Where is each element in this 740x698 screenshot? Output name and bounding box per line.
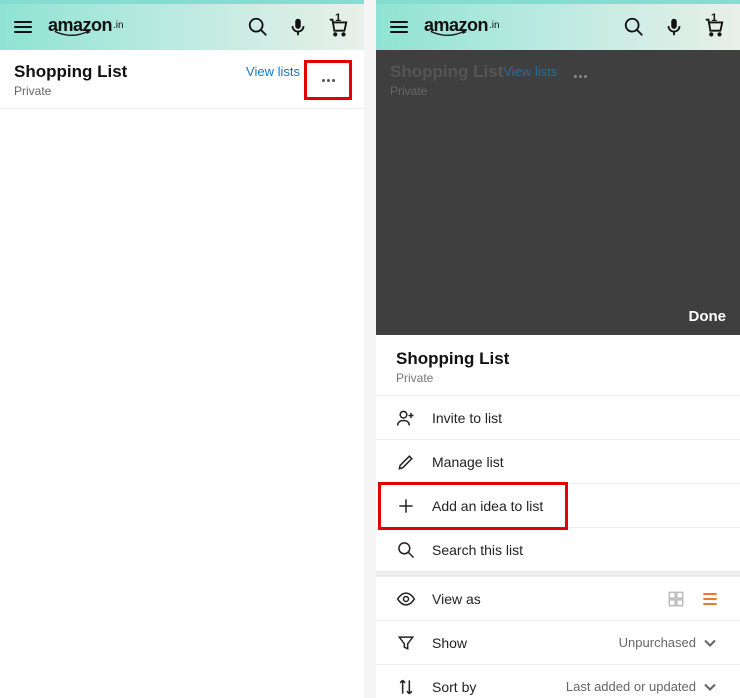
dimmed-header: Shopping List Private View lists — [376, 50, 740, 108]
more-options-button[interactable] — [306, 62, 350, 98]
brand-tld: .in — [113, 21, 124, 31]
done-button[interactable]: Done — [689, 308, 727, 325]
plus-icon — [396, 496, 416, 516]
screen-right: amazon .in 1 — [376, 0, 740, 698]
list-title: Shopping List — [14, 62, 246, 82]
view-lists-link[interactable]: View lists — [246, 64, 300, 79]
cart-count: 1 — [711, 12, 717, 24]
manage-list-button[interactable]: Manage list — [376, 439, 740, 483]
add-idea-button[interactable]: Add an idea to list — [376, 483, 740, 527]
search-icon[interactable] — [246, 15, 270, 39]
dim-privacy: Private — [390, 84, 503, 98]
view-as-row[interactable]: View as — [376, 576, 740, 620]
hamburger-icon[interactable] — [14, 21, 32, 33]
mic-icon[interactable] — [286, 15, 310, 39]
pencil-icon — [396, 452, 416, 472]
cart-count: 1 — [335, 12, 341, 24]
manage-label: Manage list — [432, 454, 504, 470]
sort-label: Sort by — [432, 679, 550, 695]
sort-value: Last added or updated — [566, 679, 696, 694]
sheet-title: Shopping List — [396, 349, 720, 369]
search-icon — [396, 540, 416, 560]
mic-icon[interactable] — [662, 15, 686, 39]
amazon-smile-icon — [52, 30, 92, 38]
topbar: amazon .in 1 — [376, 0, 740, 50]
list-header: Shopping List Private View lists — [0, 50, 364, 109]
show-value: Unpurchased — [619, 635, 696, 650]
dim-title: Shopping List — [390, 62, 503, 82]
cart-icon[interactable]: 1 — [702, 15, 726, 39]
search-icon[interactable] — [622, 15, 646, 39]
dim-more-button — [563, 62, 597, 90]
show-label: Show — [432, 635, 603, 651]
chevron-down-icon — [700, 633, 720, 653]
brand-logo[interactable]: amazon .in — [424, 16, 500, 38]
invite-icon — [396, 408, 416, 428]
sort-by-row[interactable]: Sort by Last added or updated — [376, 664, 740, 698]
sheet-privacy: Private — [396, 371, 720, 385]
grid-view-icon[interactable] — [666, 589, 686, 609]
filter-icon — [396, 633, 416, 653]
show-row[interactable]: Show Unpurchased — [376, 620, 740, 664]
brand-tld: .in — [489, 21, 500, 31]
list-view-icon[interactable] — [700, 589, 720, 609]
dimmed-backdrop[interactable]: Shopping List Private View lists Done — [376, 50, 740, 335]
action-sheet: Shopping List Private Invite to list Man… — [376, 335, 740, 698]
search-list-button[interactable]: Search this list — [376, 527, 740, 571]
amazon-smile-icon — [428, 30, 468, 38]
eye-icon — [396, 589, 416, 609]
dim-view-lists: View lists — [503, 64, 557, 79]
sheet-header: Shopping List Private — [376, 335, 740, 395]
screen-left: amazon .in 1 Shopping Li — [0, 0, 364, 698]
add-idea-label: Add an idea to list — [432, 498, 543, 514]
cart-icon[interactable]: 1 — [326, 15, 350, 39]
invite-to-list-button[interactable]: Invite to list — [376, 395, 740, 439]
brand-logo[interactable]: amazon .in — [48, 16, 124, 38]
view-as-label: View as — [432, 591, 650, 607]
list-privacy: Private — [14, 84, 246, 98]
search-list-label: Search this list — [432, 542, 523, 558]
invite-label: Invite to list — [432, 410, 502, 426]
chevron-down-icon — [700, 677, 720, 697]
sort-icon — [396, 677, 416, 697]
hamburger-icon[interactable] — [390, 21, 408, 33]
topbar: amazon .in 1 — [0, 0, 364, 50]
